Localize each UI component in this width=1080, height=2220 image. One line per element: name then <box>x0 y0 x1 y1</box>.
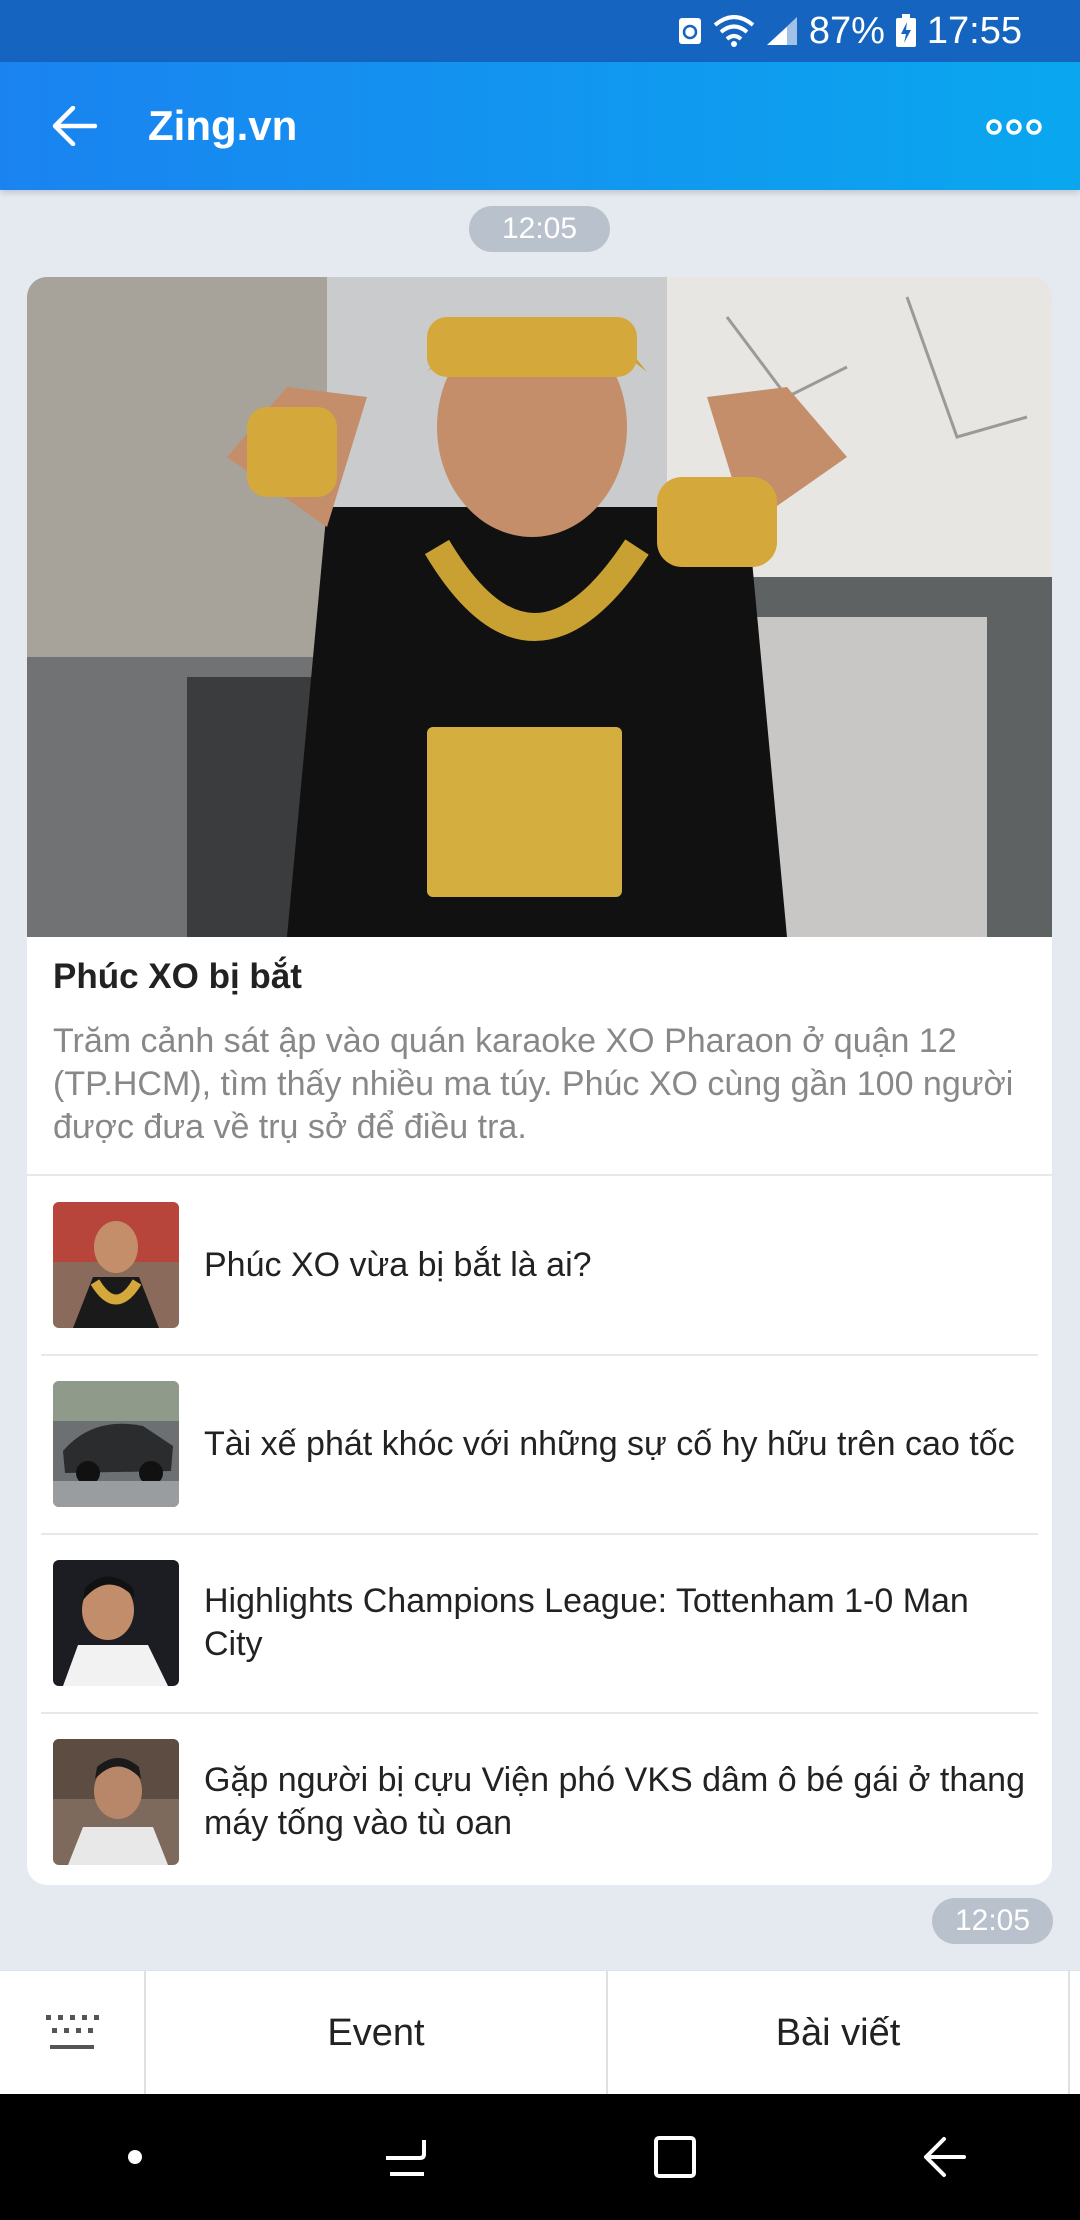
more-button[interactable] <box>984 102 1044 152</box>
clock: 17:55 <box>926 9 1022 52</box>
recent-apps-icon <box>386 2140 426 2176</box>
related-article-item[interactable]: Gặp người bị cựu Viện phó VKS dâm ô bé g… <box>27 1713 1052 1885</box>
keyboard-icon <box>46 2015 99 2049</box>
article-thumbnail <box>53 1381 179 1507</box>
article-thumbnail <box>53 1739 179 1865</box>
back-icon <box>924 2137 966 2177</box>
back-nav-button[interactable] <box>865 2094 1025 2220</box>
signal-icon <box>765 15 799 47</box>
navigation-bar <box>0 2094 1080 2220</box>
related-article-title: Tài xế phát khóc với những sự cố hy hữu … <box>204 1424 1015 1463</box>
related-article-title: Phúc XO vừa bị bắt là ai? <box>204 1245 592 1284</box>
article-description: Trăm cảnh sát ập vào quán karaoke XO Pha… <box>53 1022 1014 1146</box>
page-title: Zing.vn <box>148 102 298 149</box>
arrow-left-icon <box>52 106 97 146</box>
keyboard-toggle-button[interactable] <box>0 1971 146 2095</box>
related-article-title: Gặp người bị cựu Viện phó VKS dâm ô bé g… <box>204 1761 1025 1842</box>
hero-image[interactable] <box>27 277 1052 937</box>
back-button[interactable] <box>0 62 148 190</box>
message-time: 12:05 <box>932 1898 1053 1944</box>
wifi-icon <box>713 15 755 47</box>
related-article-item[interactable]: Phúc XO vừa bị bắt là ai? <box>27 1176 1052 1354</box>
app-header: Zing.vn <box>0 62 1080 190</box>
status-bar: 87% 17:55 <box>0 0 1080 62</box>
more-dots-icon <box>986 119 1042 135</box>
assistant-button[interactable] <box>55 2094 215 2220</box>
article-title: Phúc XO bị bắt <box>53 957 302 996</box>
recent-apps-button[interactable] <box>325 2094 485 2220</box>
message-time: 12:05 <box>469 206 610 252</box>
articles-menu-button[interactable]: Bài viết <box>608 1971 1070 2095</box>
event-menu-button[interactable]: Event <box>146 1971 608 2095</box>
article-card[interactable]: Phúc XO bị bắt Trăm cảnh sát ập vào quán… <box>27 277 1052 1885</box>
article-thumbnail <box>53 1560 179 1686</box>
sync-icon <box>677 16 703 46</box>
related-article-item[interactable]: Highlights Champions League: Tottenham 1… <box>27 1534 1052 1712</box>
battery-percent: 87% <box>808 9 885 52</box>
dot-icon <box>128 2150 142 2164</box>
home-icon <box>654 2136 696 2178</box>
home-button[interactable] <box>595 2094 755 2220</box>
related-article-item[interactable]: Tài xế phát khóc với những sự cố hy hữu … <box>27 1355 1052 1533</box>
battery-charging-icon <box>895 14 917 48</box>
article-thumbnail <box>53 1202 179 1328</box>
bottom-menu: Event Bài viết <box>0 1970 1080 2095</box>
related-article-title: Highlights Champions League: Tottenham 1… <box>204 1582 969 1663</box>
